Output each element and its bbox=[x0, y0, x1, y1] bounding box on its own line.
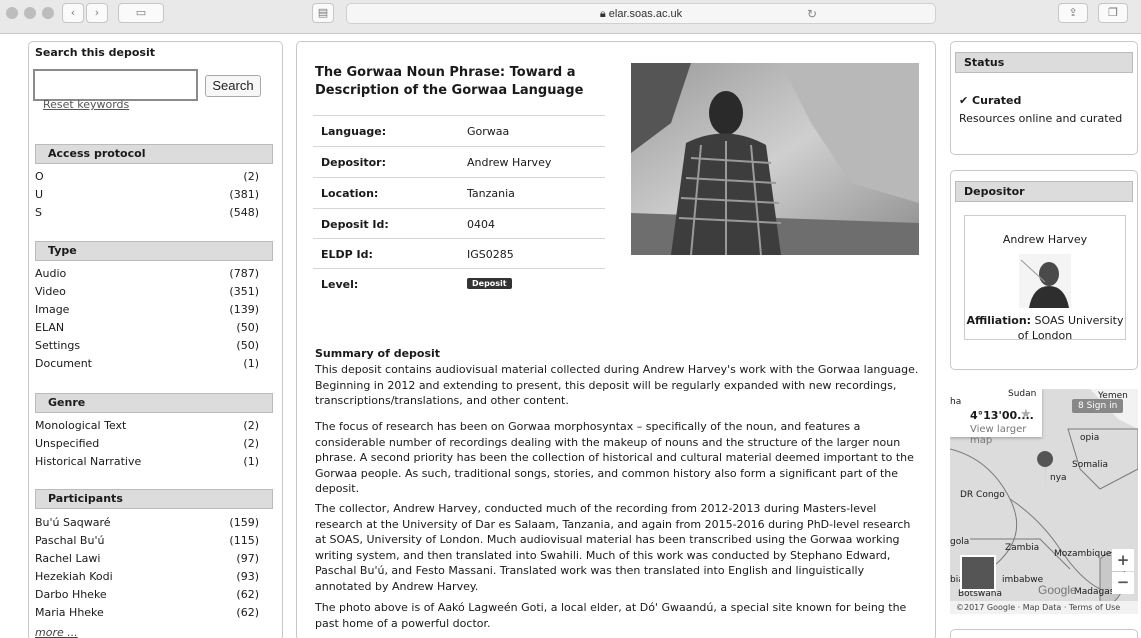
facet-heading-genre: Genre bbox=[35, 393, 273, 413]
map-label: gola bbox=[950, 537, 970, 547]
forward-icon[interactable]: › bbox=[86, 3, 108, 23]
google-plus-icon: 8 bbox=[1078, 401, 1087, 411]
google-logo: Google bbox=[1038, 583, 1077, 597]
url-text: elar.soas.ac.uk bbox=[608, 8, 683, 20]
facet-item[interactable]: Monological Text (2) bbox=[35, 419, 259, 437]
depositor-heading: Depositor bbox=[955, 181, 1133, 202]
summary-heading: Summary of deposit bbox=[315, 347, 441, 360]
map-label: Mozambique bbox=[1054, 549, 1112, 559]
map-label: Zambia bbox=[1005, 543, 1040, 553]
facet-item[interactable]: Hezekiah Kodi (93) bbox=[35, 570, 259, 588]
summary-paragraph: The photo above is of Aakó Lagweén Goti,… bbox=[315, 601, 907, 630]
search-button[interactable]: Search bbox=[205, 75, 261, 97]
facet-item[interactable]: Image (139) bbox=[35, 303, 259, 321]
zoom-window-icon[interactable] bbox=[42, 7, 54, 19]
facet-item[interactable]: Unspecified (2) bbox=[35, 437, 259, 455]
view-larger-map-link[interactable]: View larger map bbox=[970, 424, 1042, 446]
depositor-affiliation: Affiliation: SOAS University of London bbox=[966, 314, 1124, 342]
reset-keywords-link[interactable]: Reset keywords bbox=[43, 98, 129, 111]
reload-icon[interactable]: ↻ bbox=[807, 4, 817, 24]
meta-row: Deposit Id: 0404 bbox=[313, 208, 605, 239]
share-icon[interactable]: ⇪ bbox=[1058, 3, 1088, 23]
deposit-panel: The Gorwaa Noun Phrase: Toward a Descrip… bbox=[296, 41, 936, 638]
facet-heading-access: Access protocol bbox=[35, 144, 273, 164]
facet-item[interactable]: Maria Hheke (62) bbox=[35, 606, 259, 624]
facet-item[interactable]: O (2) bbox=[35, 170, 259, 188]
depositor-avatar bbox=[1019, 254, 1071, 308]
depositor-card[interactable]: Andrew Harvey Affiliation: SOAS Universi… bbox=[964, 215, 1126, 342]
lock-icon: 🔒︎ bbox=[599, 8, 609, 20]
map-label: Somalia bbox=[1072, 460, 1109, 470]
map-footer: ©2017 Google · Map Data · Terms of Use bbox=[950, 601, 1138, 614]
meta-row: Location: Tanzania bbox=[313, 177, 605, 208]
sidebar-toggle-icon[interactable]: ▭ bbox=[118, 3, 164, 23]
status-description: Resources online and curated bbox=[959, 112, 1123, 125]
search-input[interactable] bbox=[33, 69, 198, 101]
depositor-panel: Depositor Andrew Harvey Affiliation: SOA… bbox=[950, 170, 1138, 370]
zoom-out-icon[interactable]: − bbox=[1112, 572, 1134, 594]
close-window-icon[interactable] bbox=[6, 7, 18, 19]
curated-status: ✔ Curated bbox=[959, 94, 1022, 107]
status-panel: Status ✔ Curated Resources online and cu… bbox=[950, 41, 1138, 155]
map-label: DR Congo bbox=[960, 490, 1005, 500]
facet-item[interactable]: Document (1) bbox=[35, 357, 259, 375]
facet-item[interactable]: S (548) bbox=[35, 206, 259, 224]
map-label: imbabwe bbox=[1002, 575, 1044, 585]
map-label: Yemen bbox=[1098, 391, 1128, 401]
meta-row: Language: Gorwaa bbox=[313, 115, 605, 146]
deposit-title: The Gorwaa Noun Phrase: Toward a Descrip… bbox=[315, 65, 584, 98]
facet-item[interactable]: U (381) bbox=[35, 188, 259, 206]
reader-icon[interactable]: ▤ bbox=[312, 3, 334, 23]
zoom-in-icon[interactable]: + bbox=[1112, 549, 1134, 571]
facet-item[interactable]: ELAN (50) bbox=[35, 321, 259, 339]
facet-item[interactable]: Settings (50) bbox=[35, 339, 259, 357]
meta-row: Level: Deposit bbox=[313, 268, 605, 299]
back-icon[interactable]: ‹ bbox=[62, 3, 84, 23]
facet-item[interactable]: Paschal Bu'ú (115) bbox=[35, 534, 259, 552]
facet-item[interactable]: Darbo Hheke (62) bbox=[35, 588, 259, 606]
map-sign-in-button[interactable]: 8 Sign in bbox=[1072, 399, 1124, 413]
next-panel bbox=[950, 629, 1138, 638]
star-icon[interactable]: ★ bbox=[1020, 407, 1032, 422]
map-label: nya bbox=[1050, 473, 1067, 483]
satellite-toggle[interactable] bbox=[960, 555, 996, 591]
level-badge: Deposit bbox=[467, 278, 512, 289]
more-participants-link[interactable]: more ... bbox=[35, 626, 78, 638]
status-heading: Status bbox=[955, 52, 1133, 73]
summary-paragraph: The collector, Andrew Harvey, conducted … bbox=[315, 502, 911, 593]
summary-paragraph: This deposit contains audiovisual materi… bbox=[315, 363, 919, 407]
search-title: Search this deposit bbox=[35, 46, 155, 59]
check-icon: ✔ bbox=[959, 94, 973, 107]
facet-heading-type: Type bbox=[35, 241, 273, 261]
map-label: Sudan bbox=[1008, 389, 1037, 399]
summary-paragraph: The focus of research has been on Gorwaa… bbox=[315, 420, 914, 495]
meta-row: ELDP Id: IGS0285 bbox=[313, 238, 605, 269]
address-bar[interactable]: 🔒︎ elar.soas.ac.uk ↻ bbox=[346, 3, 936, 24]
search-sidebar: Search this deposit Search Reset keyword… bbox=[28, 41, 283, 638]
facet-item[interactable]: Bu'ú Saqwaré (159) bbox=[35, 516, 259, 534]
facet-item[interactable]: Video (351) bbox=[35, 285, 259, 303]
tabs-icon[interactable]: ❐ bbox=[1098, 3, 1128, 23]
facet-item[interactable]: Audio (787) bbox=[35, 267, 259, 285]
map-label: opia bbox=[1080, 433, 1100, 443]
depositor-name: Andrew Harvey bbox=[1002, 233, 1088, 246]
facet-item[interactable]: Rachel Lawi (97) bbox=[35, 552, 259, 570]
browser-toolbar: ‹ › ▭ ▤ 🔒︎ elar.soas.ac.uk ↻ ⇪ ❐ bbox=[0, 0, 1141, 34]
facet-heading-participants: Participants bbox=[35, 489, 273, 509]
minimize-window-icon[interactable] bbox=[24, 7, 36, 19]
location-map[interactable]: 4°13'00.... ★ View larger map 8 Sign in … bbox=[950, 389, 1138, 614]
meta-row: Depositor: Andrew Harvey bbox=[313, 146, 605, 177]
facet-item[interactable]: Historical Narrative (1) bbox=[35, 455, 259, 473]
elder-photo bbox=[631, 63, 919, 255]
map-label: ha bbox=[950, 397, 962, 407]
